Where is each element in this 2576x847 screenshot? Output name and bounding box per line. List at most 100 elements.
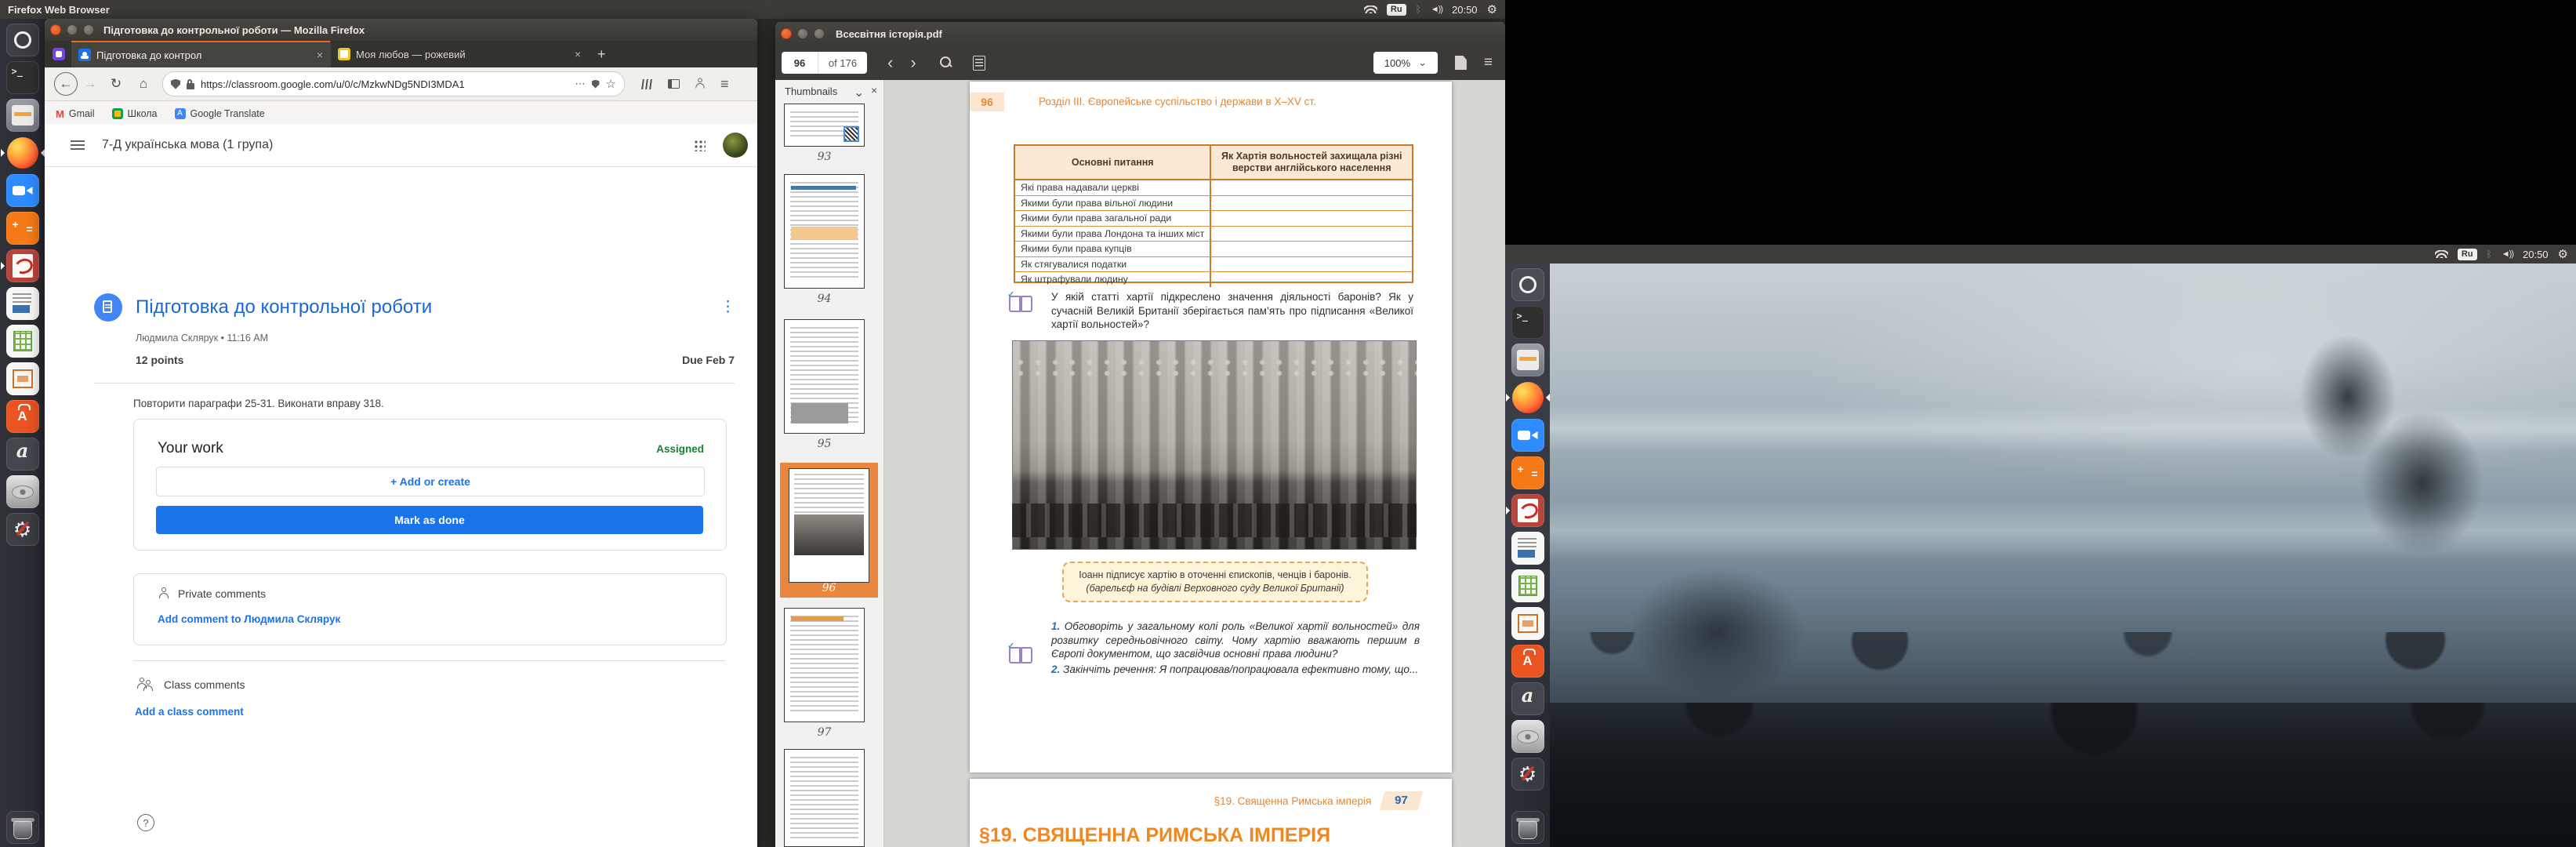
tab-second[interactable]: Моя любов — рожевий × — [330, 41, 588, 67]
launcher-item-ubuntu-software[interactable] — [5, 400, 39, 433]
zoom-select[interactable]: 100% ⌄ — [1373, 52, 1438, 74]
thumbnail-label[interactable]: 93 — [775, 151, 873, 163]
add-class-comment-link[interactable]: Add a class comment — [135, 706, 244, 718]
home-button[interactable]: ⌂ — [129, 76, 158, 92]
minimize-button[interactable] — [797, 28, 808, 39]
launcher-item-ubuntu-software[interactable] — [1511, 645, 1544, 678]
session-gear-icon[interactable]: ⚙ — [2558, 247, 2568, 261]
launcher-item-trash[interactable] — [5, 811, 39, 844]
bookmark-star-icon[interactable]: ☆ — [606, 77, 616, 91]
close-button[interactable] — [50, 24, 61, 35]
classroom-menu-icon[interactable] — [71, 140, 85, 150]
launcher-item-document-viewer[interactable] — [0, 249, 39, 282]
launcher-item-system-settings[interactable] — [5, 513, 39, 546]
tab-close-icon[interactable]: × — [317, 49, 323, 61]
tab-close-icon[interactable]: × — [575, 48, 581, 60]
library-icon[interactable] — [641, 78, 655, 89]
minimize-button[interactable] — [67, 24, 78, 35]
add-or-create-button[interactable]: + Add or create — [156, 467, 705, 496]
launcher-item-file-manager[interactable] — [5, 99, 39, 132]
clock[interactable]: 20:50 — [2523, 249, 2549, 260]
thumbnail-selected-container[interactable]: 96 — [780, 463, 878, 598]
next-page-button[interactable]: › — [910, 53, 916, 73]
thumbnail-label-selected[interactable]: 96 — [780, 582, 878, 594]
wifi-icon[interactable] — [2434, 250, 2448, 258]
reload-button[interactable]: ↻ — [103, 76, 129, 92]
bookmark-translate[interactable]: A Google Translate — [174, 108, 265, 119]
app-menu-icon[interactable]: ≡ — [720, 76, 729, 93]
permissions-shield-icon[interactable] — [591, 79, 600, 89]
launcher-item-libreoffice-calc[interactable] — [1511, 569, 1544, 602]
launcher-item-disks[interactable] — [5, 475, 39, 508]
bluetooth-icon[interactable]: ᛒ — [1416, 5, 1421, 14]
thumbnail-label[interactable]: 94 — [775, 293, 873, 305]
launcher-item-trash[interactable] — [1511, 811, 1544, 844]
search-icon[interactable] — [939, 56, 952, 69]
pdf-titlebar[interactable]: Всесвітня історія.pdf — [775, 22, 1505, 45]
launcher-item-disks[interactable] — [1511, 720, 1544, 753]
launcher-item-libreoffice-impress[interactable] — [5, 362, 39, 395]
user-avatar[interactable] — [723, 133, 748, 158]
maximize-button[interactable] — [83, 24, 94, 35]
tracking-shield-icon[interactable] — [171, 78, 180, 89]
mark-as-done-button[interactable]: Mark as done — [156, 506, 703, 534]
firefox-titlebar[interactable]: Підготовка до контрольної роботи — Mozil… — [45, 19, 757, 41]
pinned-tab-icon[interactable] — [53, 48, 65, 60]
url-bar[interactable]: https://classroom.google.com/u/0/c/MzkwN… — [162, 71, 625, 96]
bookmark-gmail[interactable]: M Gmail — [56, 108, 95, 120]
url-text[interactable]: https://classroom.google.com/u/0/c/MzkwN… — [201, 78, 569, 90]
assignment-menu-icon[interactable]: ⋮ — [720, 298, 735, 316]
launcher-item-amazon[interactable] — [5, 438, 39, 471]
thumbnail-page-93[interactable] — [784, 104, 865, 147]
bluetooth-icon[interactable]: ᛒ — [2487, 249, 2492, 259]
session-gear-icon[interactable]: ⚙ — [1487, 2, 1497, 16]
launcher-item-libreoffice-writer[interactable] — [5, 287, 39, 320]
launcher-item-calculator[interactable] — [5, 212, 39, 245]
thumbnails-header[interactable]: Thumbnails — [785, 85, 837, 97]
thumbnail-label[interactable]: 97 — [775, 726, 873, 739]
launcher-item-firefox[interactable] — [1505, 381, 1550, 414]
help-button[interactable]: ? — [137, 814, 154, 831]
page-mode-icon[interactable] — [1454, 56, 1467, 70]
overflow-icon[interactable]: ⋯ — [575, 78, 586, 90]
bookmark-school[interactable]: Школа — [111, 108, 158, 119]
google-apps-icon[interactable] — [693, 139, 706, 151]
back-button[interactable]: ← — [54, 72, 78, 96]
thumbnail-page-94[interactable] — [784, 174, 865, 289]
thumbnail-page-98[interactable] — [784, 749, 865, 847]
add-private-comment-link[interactable]: Add comment to Людмила Склярук — [158, 613, 340, 625]
launcher-item-libreoffice-writer[interactable] — [1511, 532, 1544, 565]
volume-icon[interactable]: ◄)) — [2502, 249, 2514, 259]
clock[interactable]: 20:50 — [1452, 4, 1478, 16]
close-sidebar-icon[interactable]: × — [871, 84, 877, 96]
volume-icon[interactable]: ◄)) — [1431, 5, 1443, 14]
pdf-menu-icon[interactable]: ≡ — [1484, 54, 1493, 71]
annotations-icon[interactable] — [972, 55, 985, 71]
tab-classroom[interactable]: Підготовка до контрол × — [71, 41, 330, 67]
forward-button[interactable]: → — [78, 76, 103, 92]
keyboard-layout-indicator[interactable]: Ru — [2457, 248, 2477, 260]
thumbnail-page-96[interactable] — [789, 468, 869, 583]
launcher-item-zoom[interactable] — [1511, 419, 1544, 452]
launcher-item-libreoffice-impress[interactable] — [1511, 607, 1544, 640]
new-tab-button[interactable]: + — [588, 41, 615, 67]
launcher-item-terminal[interactable] — [5, 61, 39, 94]
account-icon[interactable] — [694, 78, 706, 89]
thumbnail-page-95[interactable] — [784, 319, 865, 434]
lock-icon[interactable] — [187, 78, 194, 89]
launcher-item-ubuntu-dash[interactable] — [1511, 268, 1544, 301]
launcher-item-file-manager[interactable] — [1511, 344, 1544, 376]
launcher-item-libreoffice-calc[interactable] — [5, 325, 39, 358]
launcher-item-zoom[interactable] — [5, 174, 39, 207]
launcher-item-terminal[interactable] — [1511, 306, 1544, 339]
launcher-item-amazon[interactable] — [1511, 682, 1544, 715]
maximize-button[interactable] — [814, 28, 825, 39]
keyboard-layout-indicator[interactable]: Ru — [1386, 3, 1406, 16]
wifi-icon[interactable] — [1363, 5, 1377, 13]
launcher-item-firefox[interactable] — [0, 136, 45, 169]
thumbnail-page-97[interactable] — [784, 608, 865, 722]
launcher-item-calculator[interactable] — [1511, 456, 1544, 489]
close-button[interactable] — [781, 28, 792, 39]
page-number-input[interactable]: 96 — [782, 52, 818, 74]
launcher-item-document-viewer[interactable] — [1505, 494, 1544, 527]
